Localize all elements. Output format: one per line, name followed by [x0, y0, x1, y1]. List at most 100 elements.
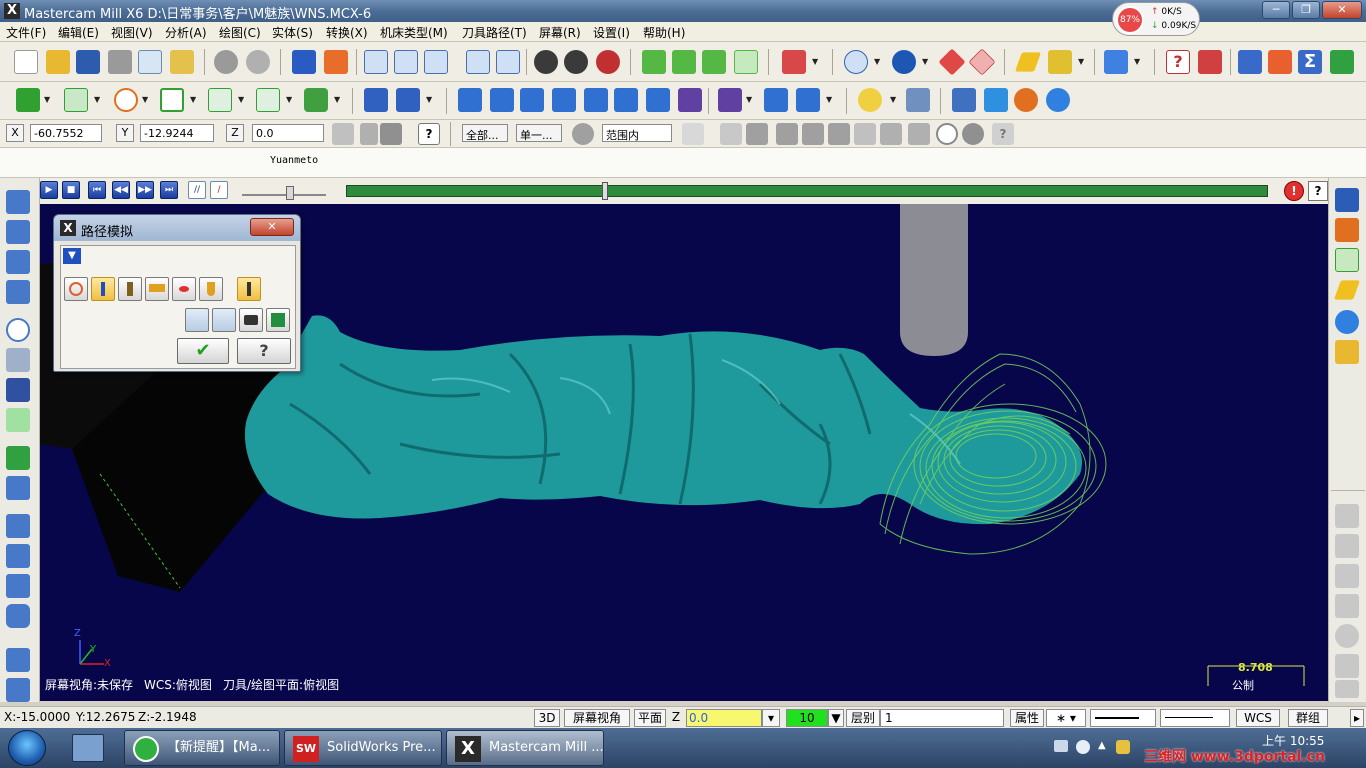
sim-quick-verify-icon[interactable]	[199, 277, 223, 301]
rotate-icon[interactable]	[490, 88, 514, 112]
menu-solids[interactable]: 实体(S)	[272, 24, 313, 41]
create-rectangle-icon[interactable]	[160, 88, 184, 112]
wcs-button[interactable]: WCS	[1236, 709, 1280, 727]
menu-view[interactable]: 视图(V)	[111, 24, 153, 41]
network-widget[interactable]: 87% ↑ 0K/S ↓ 0.09K/S	[1112, 2, 1200, 36]
create-arc-icon[interactable]	[114, 88, 138, 112]
nest-icon[interactable]	[646, 88, 670, 112]
surface-icon[interactable]	[1268, 50, 1292, 74]
cursor-icon[interactable]	[720, 123, 742, 145]
tool-display-icon[interactable]: /	[210, 181, 228, 199]
shaded-icon[interactable]	[892, 50, 916, 74]
save-icon[interactable]	[76, 50, 100, 74]
select-toolpath-icon[interactable]	[1335, 218, 1359, 242]
offset-icon[interactable]	[584, 88, 608, 112]
eraser-icon[interactable]	[938, 48, 966, 76]
taskbar-item-browser[interactable]: 【新提醒】【Ma...	[124, 730, 280, 766]
globe-icon[interactable]	[1335, 310, 1359, 334]
dialog-close-button[interactable]: ✕	[250, 218, 294, 236]
close-button[interactable]: ✕	[1322, 1, 1362, 19]
color-dropdown[interactable]: ▼	[828, 709, 844, 727]
minimize-button[interactable]: ─	[1262, 1, 1290, 19]
select-all-button[interactable]: 全部...	[462, 124, 508, 142]
dimension-tool-icon[interactable]	[906, 88, 930, 112]
sigma-icon[interactable]: Σ	[1298, 50, 1322, 74]
menu-toolpaths[interactable]: 刀具路径(T)	[462, 24, 527, 41]
multiaxis-icon[interactable]	[6, 514, 30, 538]
attributes-button[interactable]: 属性	[1010, 709, 1044, 727]
transform-toolpath-icon[interactable]	[6, 574, 30, 598]
menu-screen[interactable]: 屏幕(R)	[539, 24, 581, 41]
regenerate-icon[interactable]	[596, 50, 620, 74]
line-width-select[interactable]	[1160, 709, 1230, 727]
right-tool-7-icon[interactable]	[1335, 680, 1359, 698]
sim-toolpath-all-icon[interactable]	[212, 308, 236, 332]
fit-icon[interactable]	[324, 50, 348, 74]
menu-edit[interactable]: 编辑(E)	[58, 24, 99, 41]
right-tool-6-icon[interactable]	[1335, 654, 1359, 678]
view-sheet-icon[interactable]	[6, 648, 30, 672]
face-select-icon[interactable]	[776, 123, 798, 145]
undo-select-icon[interactable]	[880, 123, 902, 145]
right-tool-1-icon[interactable]	[1335, 504, 1359, 528]
line-style-select[interactable]	[1090, 709, 1156, 727]
stop-button[interactable]: ■	[62, 181, 80, 199]
selection-range-select[interactable]: 范围内	[602, 124, 672, 142]
redo-icon[interactable]	[246, 50, 270, 74]
sim-help-icon[interactable]: ?	[1308, 181, 1328, 201]
help-icon[interactable]: ?	[418, 123, 440, 145]
keyboard-tray-icon[interactable]	[1054, 740, 1068, 752]
create-line-icon[interactable]	[64, 88, 88, 112]
verify-select-icon[interactable]	[908, 123, 930, 145]
point-style-select[interactable]: ∗ ▾	[1046, 709, 1086, 727]
break-icon[interactable]	[396, 88, 420, 112]
zoom-target-icon[interactable]	[394, 50, 418, 74]
print-preview-icon[interactable]	[138, 50, 162, 74]
zoom-in-icon[interactable]	[424, 50, 448, 74]
create-point-icon[interactable]	[16, 88, 40, 112]
verify-solid-icon[interactable]	[1046, 88, 1070, 112]
simulate-icon[interactable]	[1014, 88, 1038, 112]
right-tool-4-icon[interactable]	[1335, 594, 1359, 618]
dimension-icon[interactable]	[1238, 50, 1262, 74]
print-icon[interactable]	[108, 50, 132, 74]
info-icon[interactable]: !	[1284, 181, 1304, 201]
sim-color-cycle-icon[interactable]	[64, 277, 88, 301]
tray-expand-icon[interactable]: ▲	[1098, 740, 1106, 751]
camera-icon[interactable]	[239, 308, 263, 332]
thread-mill-icon[interactable]	[6, 408, 30, 432]
drill-icon[interactable]	[6, 318, 30, 342]
zoom-selected-icon[interactable]	[466, 50, 490, 74]
stock-icon[interactable]	[6, 604, 30, 628]
step-forward-button[interactable]: ▶▶	[136, 181, 154, 199]
x-coordinate-input[interactable]: -60.7552	[30, 124, 102, 142]
mirror-icon[interactable]	[520, 88, 544, 112]
help-question-icon[interactable]: ?	[1166, 50, 1190, 74]
zoom-out-icon[interactable]	[496, 50, 520, 74]
expand-chevron-icon[interactable]: ▼	[63, 248, 81, 264]
export-icon[interactable]	[1330, 50, 1354, 74]
pocket-icon[interactable]	[6, 250, 30, 274]
layout-grid-icon[interactable]	[764, 88, 788, 112]
z-depth-dropdown[interactable]: ▾	[762, 709, 780, 727]
selection-mode-icon[interactable]	[682, 123, 704, 145]
sim-toolpath-lines-icon[interactable]	[185, 308, 209, 332]
pan-icon[interactable]	[292, 50, 316, 74]
facing-icon[interactable]	[6, 280, 30, 304]
erase-unerase-icon[interactable]	[968, 48, 996, 76]
project-icon[interactable]	[678, 88, 702, 112]
start-button[interactable]	[8, 730, 46, 766]
plane-button[interactable]: 平面	[634, 709, 666, 727]
array-icon[interactable]	[614, 88, 638, 112]
undo-icon[interactable]	[214, 50, 238, 74]
surface-rough-icon[interactable]	[6, 446, 30, 470]
menu-settings[interactable]: 设置(I)	[593, 24, 630, 41]
menu-xform[interactable]: 转换(X)	[326, 24, 368, 41]
loop-select-icon[interactable]	[854, 123, 876, 145]
step-back-button[interactable]: ◀◀	[112, 181, 130, 199]
top-view-icon[interactable]	[672, 50, 696, 74]
sim-show-tool-icon[interactable]	[91, 277, 115, 301]
swarf-icon[interactable]	[6, 544, 30, 568]
menu-help[interactable]: 帮助(H)	[643, 24, 685, 41]
cube-outline-icon[interactable]	[1335, 248, 1359, 272]
